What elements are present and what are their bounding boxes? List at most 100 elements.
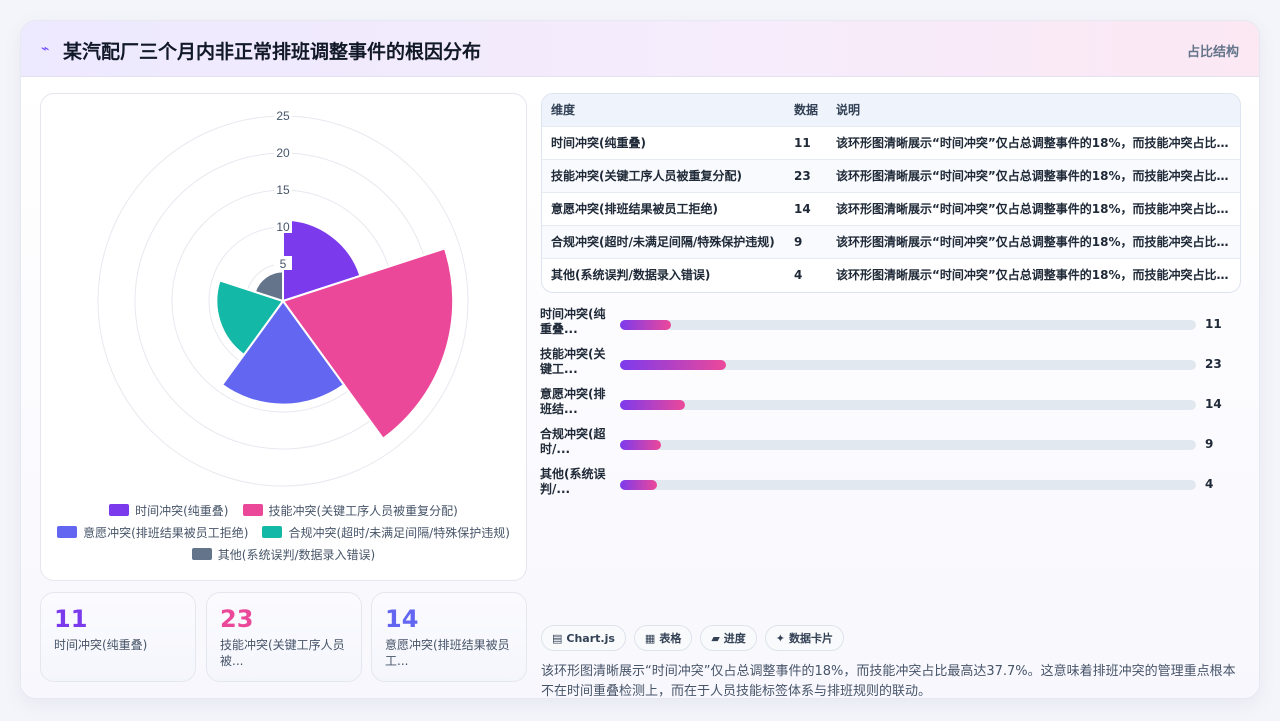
table-row: 技能冲突(关键工序人员被重复分配) 23 该环形图清晰展示“时间冲突”仅占总调整… — [542, 160, 1240, 193]
table-cell-dimension: 意愿冲突(排班结果被员工拒绝) — [551, 202, 718, 216]
progress-row: 时间冲突(纯重叠... 11 — [540, 307, 1240, 347]
table-cell-value: 14 — [794, 202, 811, 216]
progress-label: 合规冲突(超时/... — [540, 427, 606, 456]
dashboard-card: ⌁ 某汽配厂三个月内非正常排班调整事件的根因分布 占比结构 5 10 15 20 25 … — [20, 20, 1260, 699]
chip-table[interactable]: ▦ 表格 — [633, 625, 693, 651]
table-cell-dimension: 时间冲突(纯重叠) — [551, 136, 646, 150]
r-tick-label: 15 — [276, 183, 290, 197]
tech-chips: ▤ Chart.js ▦ 表格 ▰ 进度 ✦ 数据卡片 — [541, 625, 845, 651]
table-cell-dimension: 合规冲突(超时/未满足间隔/特殊保护违规) — [551, 235, 775, 249]
legend-item[interactable]: 时间冲突(纯重叠) — [109, 502, 229, 519]
table-cell-note: 该环形图清晰展示“时间冲突”仅占总调整事件的18%，而技能冲突占比最... — [836, 169, 1232, 183]
table-cell-value: 23 — [794, 169, 811, 183]
column-header-value: 数据 — [794, 103, 819, 117]
stat-value: 23 — [220, 605, 254, 633]
header-tag: 占比结构 — [1186, 45, 1239, 60]
progress-track — [620, 360, 1196, 370]
progress-track — [620, 480, 1196, 490]
progress-fill — [620, 320, 671, 330]
table-row: 意愿冲突(排班结果被员工拒绝) 14 该环形图清晰展示“时间冲突”仅占总调整事件… — [542, 193, 1240, 226]
chip-label: 表格 — [659, 632, 682, 645]
progress-fill — [620, 360, 726, 370]
stat-label: 时间冲突(纯重叠) — [54, 638, 148, 652]
legend-label: 技能冲突(关键工序人员被重复分配) — [268, 503, 458, 518]
progress-label: 技能冲突(关键工... — [540, 347, 606, 376]
legend-swatch — [109, 504, 130, 516]
progress-value: 11 — [1205, 317, 1222, 331]
data-table: 维度 数据 说明 时间冲突(纯重叠) 11 该环形图清晰展示“时间冲突”仅占总调… — [541, 93, 1241, 293]
card-icon: ✦ — [775, 631, 786, 645]
progress-row: 意愿冲突(排班结... 14 — [540, 387, 1240, 427]
legend-swatch — [242, 504, 263, 516]
legend-item[interactable]: 意愿冲突(排班结果被员工拒绝) — [57, 524, 248, 541]
progress-track — [620, 320, 1196, 330]
summary-text: 该环形图清晰展示“时间冲突”仅占总调整事件的18%，而技能冲突占比最高达37.7… — [541, 664, 1236, 699]
stat-card: 11 时间冲突(纯重叠) — [40, 592, 196, 682]
progress-value: 4 — [1205, 477, 1214, 491]
progress-label: 时间冲突(纯重叠... — [540, 307, 606, 336]
chip-label: Chart.js — [566, 631, 615, 645]
legend-item[interactable]: 其他(系统误判/数据录入错误) — [191, 546, 376, 563]
stat-value: 11 — [54, 605, 88, 633]
stat-label: 意愿冲突(排班结果被员工... — [385, 638, 510, 668]
sparkle-icon: ⌁ — [41, 41, 50, 57]
progress-fill — [620, 440, 662, 450]
table-row: 合规冲突(超时/未满足间隔/特殊保护违规) 9 该环形图清晰展示“时间冲突”仅占… — [542, 226, 1240, 259]
legend-label: 意愿冲突(排班结果被员工拒绝) — [83, 525, 249, 540]
progress-track — [620, 400, 1196, 410]
progress-value: 14 — [1205, 397, 1222, 411]
table-header-row: 维度 数据 说明 — [542, 94, 1240, 127]
polar-area-chart: 5 10 15 20 25 — [97, 108, 469, 487]
stat-card: 23 技能冲突(关键工序人员被... — [206, 592, 362, 682]
legend-label: 合规冲突(超时/未满足间隔/特殊保护违规) — [288, 525, 510, 540]
chip-label: 数据卡片 — [789, 632, 834, 645]
chart-legend: 时间冲突(纯重叠) 技能冲突(关键工序人员被重复分配) 意愿冲突(排班结果被员工… — [41, 499, 526, 565]
page-title: 某汽配厂三个月内非正常排班调整事件的根因分布 — [63, 41, 482, 63]
table-cell-note: 该环形图清晰展示“时间冲突”仅占总调整事件的18%，而技能冲突占比最... — [836, 268, 1232, 282]
table-cell-value: 11 — [794, 136, 811, 150]
stat-card: 14 意愿冲突(排班结果被员工... — [371, 592, 527, 682]
chip-chartjs[interactable]: ▤ Chart.js — [541, 625, 626, 651]
table-cell-value: 4 — [794, 268, 803, 282]
chart-icon: ▤ — [552, 631, 563, 645]
table-row: 其他(系统误判/数据录入错误) 4 该环形图清晰展示“时间冲突”仅占总调整事件的… — [542, 259, 1240, 292]
legend-label: 时间冲突(纯重叠) — [135, 503, 229, 518]
progress-track — [620, 440, 1196, 450]
table-icon: ▦ — [644, 631, 656, 645]
chip-progress[interactable]: ▰ 进度 — [700, 625, 757, 651]
chip-data-card[interactable]: ✦ 数据卡片 — [764, 625, 845, 651]
r-tick-label: 5 — [280, 257, 287, 271]
progress-row: 其他(系统误判/... 4 — [540, 467, 1240, 507]
progress-icon: ▰ — [711, 631, 720, 645]
legend-swatch — [262, 526, 283, 538]
r-tick-label: 25 — [276, 109, 290, 123]
card-header: ⌁ 某汽配厂三个月内非正常排班调整事件的根因分布 占比结构 — [21, 21, 1259, 77]
progress-fill — [620, 400, 685, 410]
legend-item[interactable]: 技能冲突(关键工序人员被重复分配) — [242, 502, 458, 519]
table-row: 时间冲突(纯重叠) 11 该环形图清晰展示“时间冲突”仅占总调整事件的18%，而… — [542, 127, 1240, 160]
card-body: 5 10 15 20 25 时间冲突(纯重叠) 技能冲突(关键工序人员被重复分配) 意愿… — [21, 77, 1259, 699]
progress-value: 9 — [1205, 437, 1214, 451]
stat-value: 14 — [385, 605, 419, 633]
progress-row: 合规冲突(超时/... 9 — [540, 427, 1240, 467]
progress-label: 其他(系统误判/... — [540, 467, 606, 496]
progress-value: 23 — [1205, 357, 1222, 371]
table-cell-note: 该环形图清晰展示“时间冲突”仅占总调整事件的18%，而技能冲突占比最... — [836, 235, 1232, 249]
progress-label: 意愿冲突(排班结... — [540, 387, 606, 416]
chip-label: 进度 — [723, 632, 746, 645]
legend-label: 其他(系统误判/数据录入错误) — [217, 547, 376, 562]
table-cell-note: 该环形图清晰展示“时间冲突”仅占总调整事件的18%，而技能冲突占比最... — [836, 136, 1232, 150]
table-cell-value: 9 — [794, 235, 803, 249]
table-cell-dimension: 其他(系统误判/数据录入错误) — [551, 268, 711, 282]
legend-item[interactable]: 合规冲突(超时/未满足间隔/特殊保护违规) — [262, 524, 510, 541]
legend-swatch — [57, 526, 78, 538]
column-header-dimension: 维度 — [551, 103, 576, 117]
r-tick-label: 20 — [276, 146, 290, 160]
polar-chart-panel: 5 10 15 20 25 时间冲突(纯重叠) 技能冲突(关键工序人员被重复分配) 意愿… — [40, 93, 527, 581]
stat-label: 技能冲突(关键工序人员被... — [220, 638, 345, 668]
table-cell-dimension: 技能冲突(关键工序人员被重复分配) — [551, 169, 742, 183]
r-tick-label: 10 — [276, 220, 290, 234]
column-header-note: 说明 — [836, 103, 861, 117]
legend-swatch — [191, 548, 212, 560]
table-cell-note: 该环形图清晰展示“时间冲突”仅占总调整事件的18%，而技能冲突占比最... — [836, 202, 1232, 216]
